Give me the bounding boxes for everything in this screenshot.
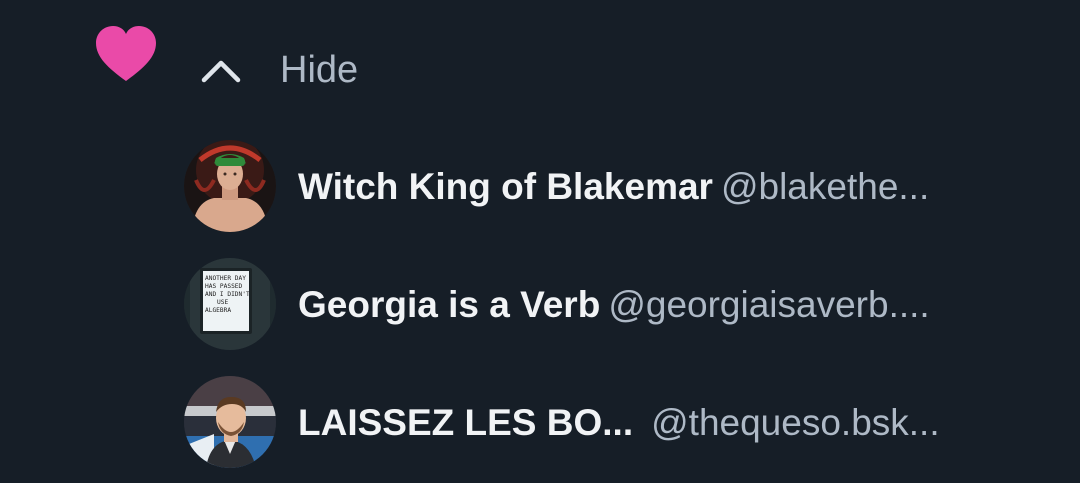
hide-toggle-button[interactable]: Hide bbox=[200, 44, 358, 96]
sign-line: ALGEBRA bbox=[205, 307, 231, 314]
list-item[interactable]: Witch King of Blakemar @blakethe... bbox=[184, 140, 1064, 232]
display-name: Georgia is a Verb bbox=[298, 283, 601, 325]
list-item[interactable]: ANOTHER DAY HAS PASSED AND I DIDN'T USE … bbox=[184, 258, 1064, 350]
sign-line: AND I DIDN'T bbox=[205, 291, 250, 298]
hide-label: Hide bbox=[280, 49, 359, 91]
like-heart-icon[interactable] bbox=[94, 24, 158, 84]
user-text: Witch King of Blakemar @blakethe... bbox=[298, 168, 929, 205]
avatar: ANOTHER DAY HAS PASSED AND I DIDN'T USE … bbox=[184, 258, 276, 350]
display-name: LAISSEZ LES BO... bbox=[298, 401, 634, 443]
user-handle: @thequeso.bsk... bbox=[651, 401, 940, 443]
avatar bbox=[184, 376, 276, 468]
user-text: Georgia is a Verb @georgiaisaverb.... bbox=[298, 286, 930, 323]
display-name: Witch King of Blakemar bbox=[298, 165, 713, 207]
user-handle: @georgiaisaverb.... bbox=[608, 283, 930, 325]
sign-line: ANOTHER DAY bbox=[205, 275, 246, 282]
user-text: LAISSEZ LES BO... @thequeso.bsk... bbox=[298, 404, 940, 441]
sign-line: HAS PASSED bbox=[205, 283, 243, 290]
chevron-up-icon bbox=[201, 60, 241, 83]
list-item[interactable]: LAISSEZ LES BO... @thequeso.bsk... bbox=[184, 376, 1064, 468]
avatar bbox=[184, 140, 276, 232]
sign-line: USE bbox=[217, 299, 228, 306]
user-handle: @blakethe... bbox=[720, 165, 930, 207]
